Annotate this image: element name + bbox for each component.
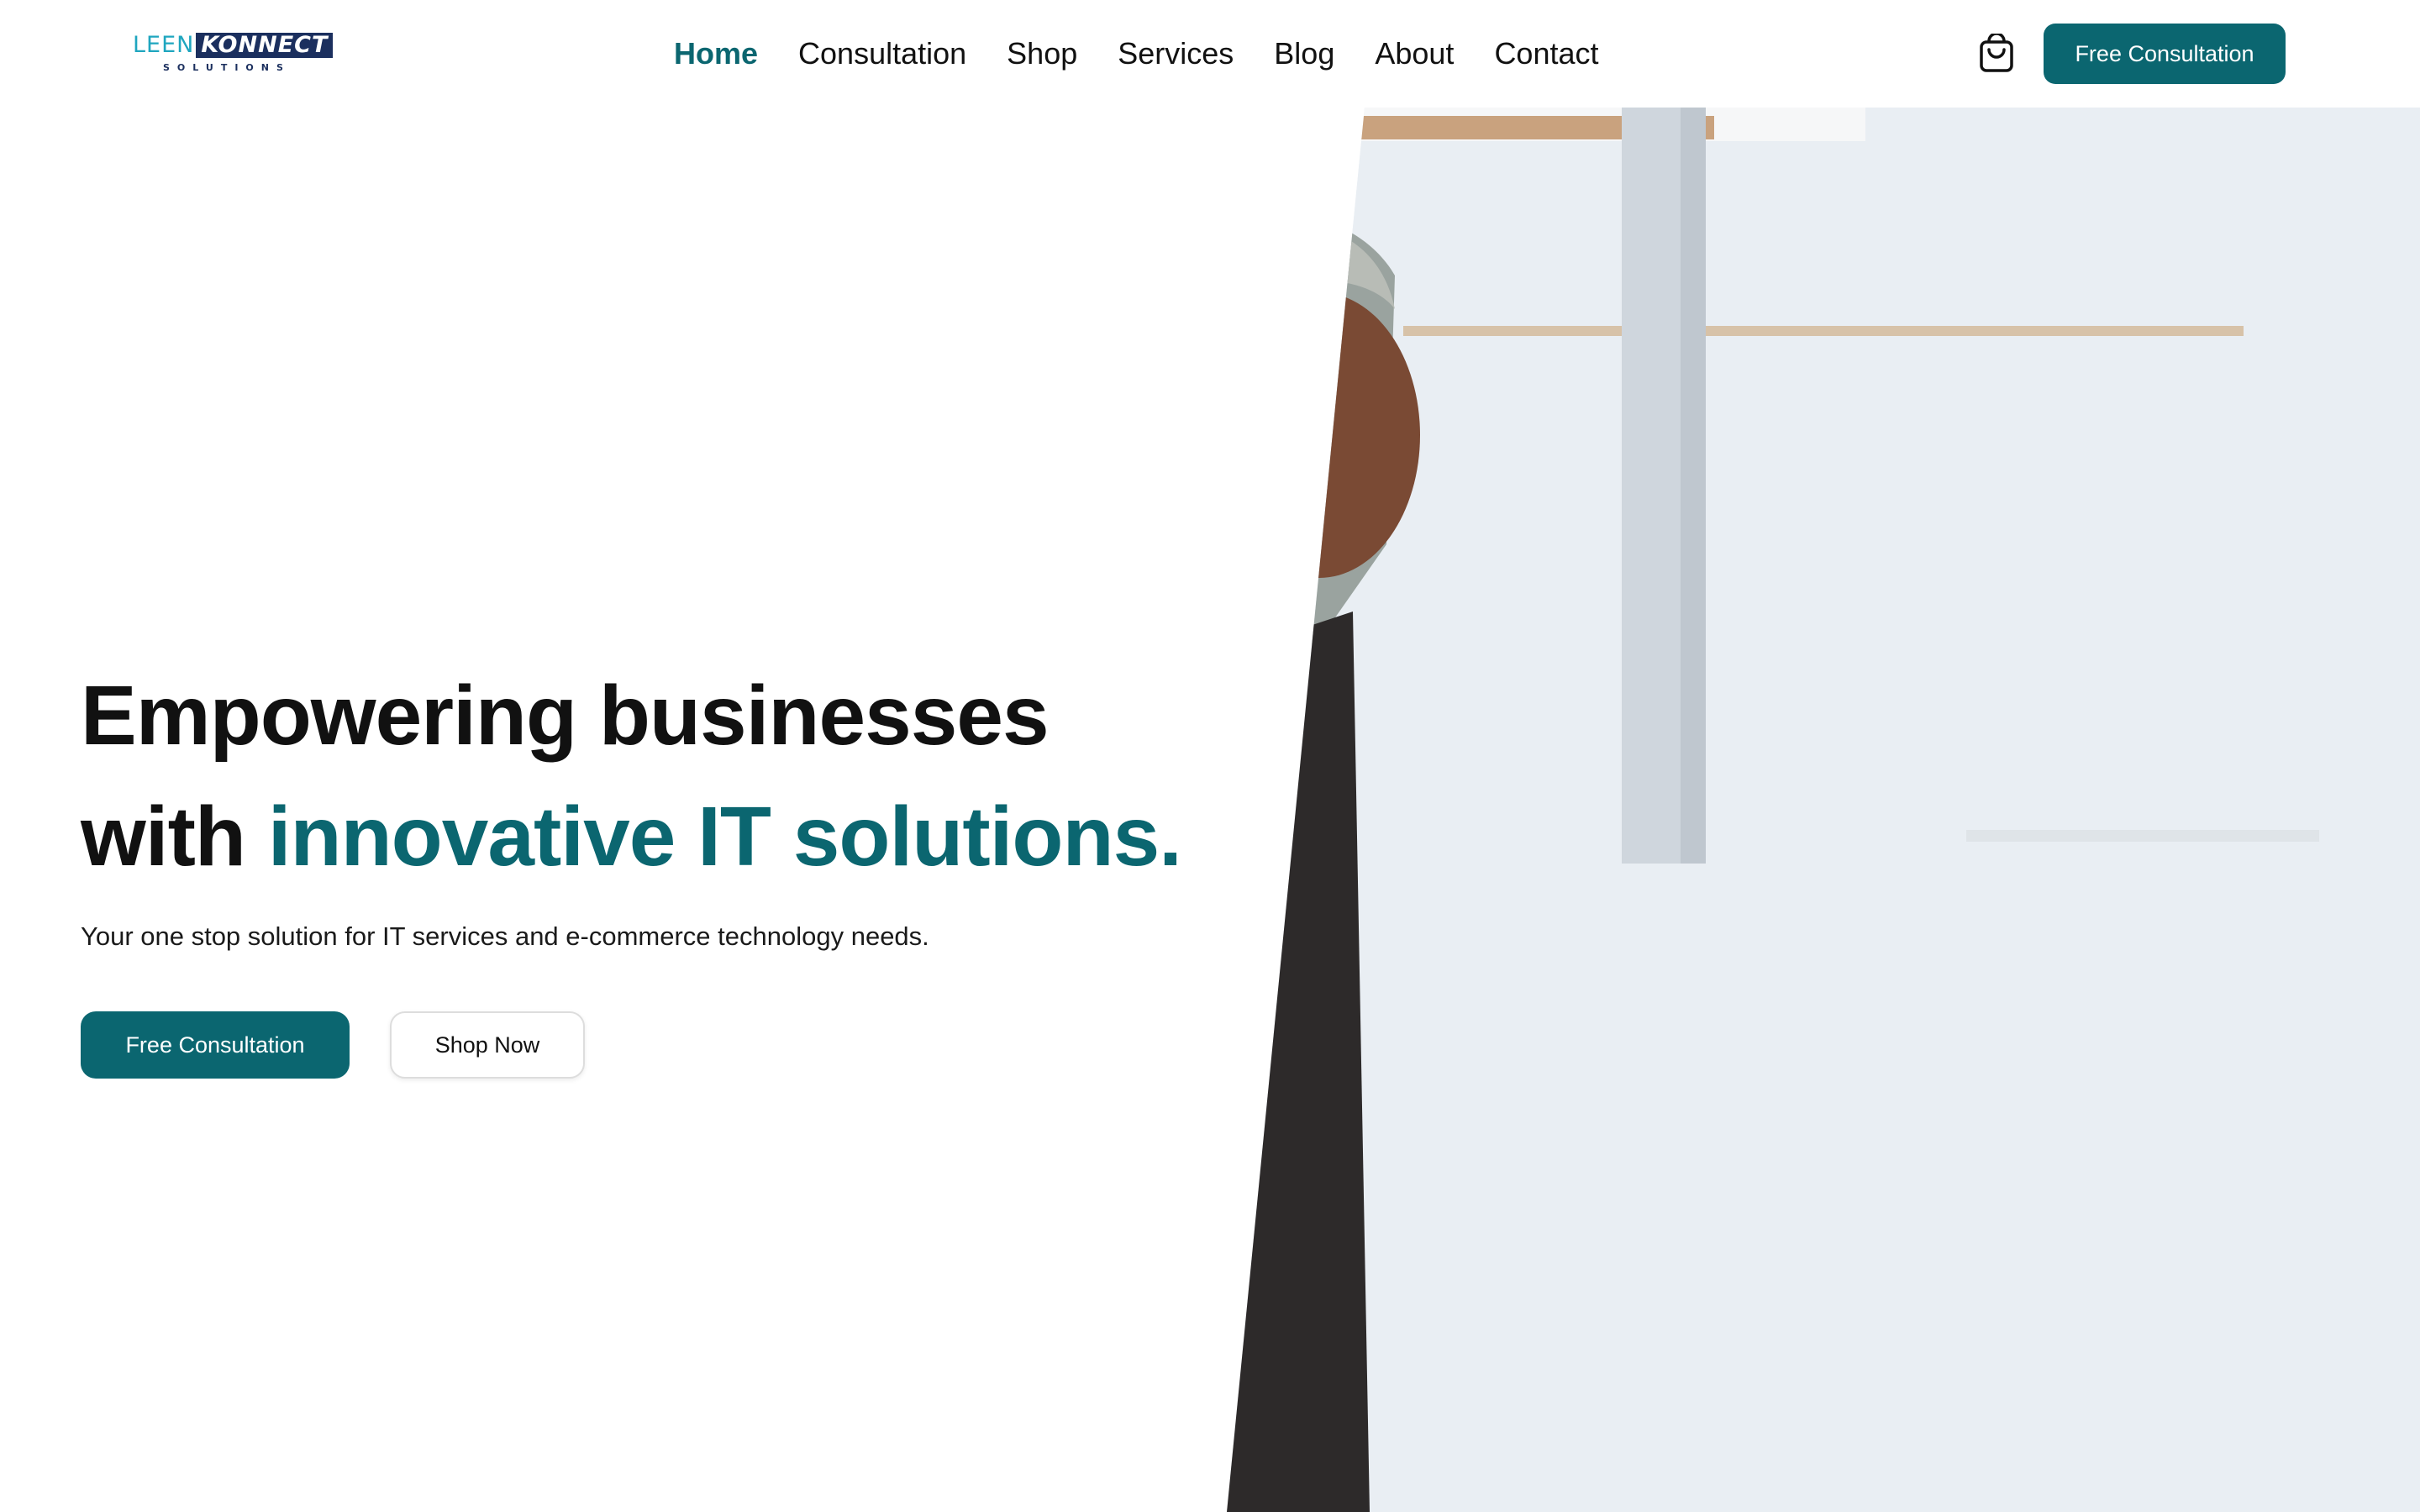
- hero-headline: Empowering businesses with innovative IT…: [81, 655, 1257, 897]
- hero-subheadline: Your one stop solution for IT services a…: [81, 921, 929, 951]
- logo-wordmark: LEEN KONNECT: [133, 32, 334, 59]
- hero-free-consultation-button[interactable]: Free Consultation: [81, 1011, 350, 1079]
- nav-contact[interactable]: Contact: [1494, 36, 1598, 71]
- shopping-bag-icon: [1980, 34, 2013, 72]
- nav-shop[interactable]: Shop: [1007, 36, 1077, 71]
- page: LEEN KONNECT SOLUTIONS Home Consultation…: [0, 0, 2420, 1512]
- hero-headline-line2-prefix: with: [81, 790, 268, 884]
- hero-headline-line1: Empowering businesses: [81, 669, 1050, 763]
- hero-shop-now-button[interactable]: Shop Now: [390, 1011, 585, 1079]
- logo-tagline: SOLUTIONS: [163, 62, 291, 73]
- site-header: LEEN KONNECT SOLUTIONS Home Consultation…: [0, 0, 2420, 108]
- nav-blog[interactable]: Blog: [1274, 36, 1334, 71]
- nav-services[interactable]: Services: [1118, 36, 1234, 71]
- brand-logo[interactable]: LEEN KONNECT SOLUTIONS: [133, 32, 334, 76]
- cart-button[interactable]: [1975, 32, 2018, 76]
- logo-secondary-text: KONNECT: [196, 33, 334, 58]
- nav-home[interactable]: Home: [674, 36, 758, 71]
- nav-about[interactable]: About: [1375, 36, 1454, 71]
- hero-team-photo: [1227, 108, 2420, 1512]
- main-nav: Home Consultation Shop Services Blog Abo…: [674, 32, 1599, 76]
- nav-consultation[interactable]: Consultation: [798, 36, 966, 71]
- hero-photo-illustration: [1227, 108, 2420, 1512]
- header-free-consultation-button[interactable]: Free Consultation: [2044, 24, 2286, 84]
- logo-primary-text: LEEN: [133, 32, 195, 58]
- hero-headline-accent: innovative IT solutions.: [267, 790, 1182, 884]
